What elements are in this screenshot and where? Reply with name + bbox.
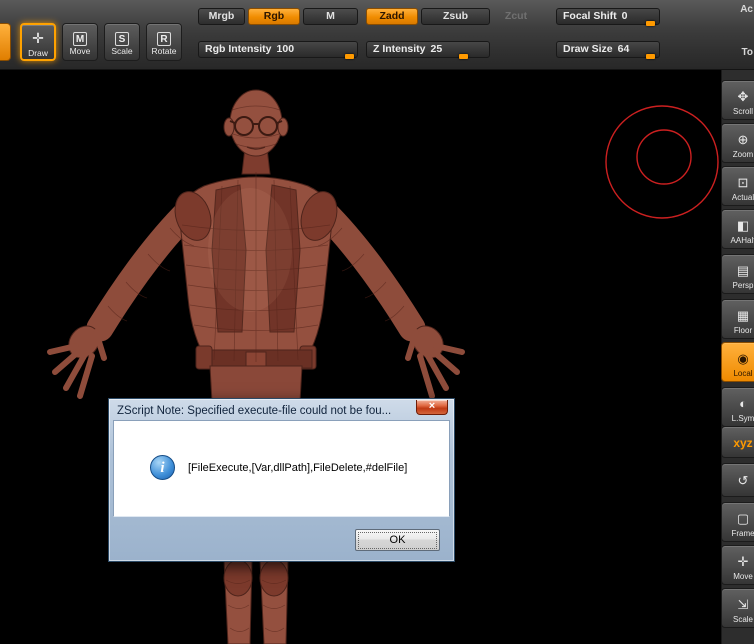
- rgb-intensity-value: 100: [276, 43, 295, 55]
- floor-grid-icon: ▦: [736, 307, 750, 323]
- rotate-tool-icon: R: [157, 32, 171, 46]
- draw-size-handle[interactable]: [646, 54, 655, 59]
- floor-label: Floor: [733, 325, 753, 335]
- close-button[interactable]: ×: [416, 400, 448, 415]
- z-intensity-label: Z Intensity: [373, 43, 426, 55]
- zscript-note-dialog: ZScript Note: Specified execute-file cou…: [108, 398, 455, 562]
- actual-size-icon: ⊡: [737, 174, 749, 190]
- m-button[interactable]: M: [303, 8, 358, 25]
- dialog-message: [FileExecute,[Var,dllPath],FileDelete,#d…: [188, 462, 408, 474]
- zoom-label: Zoom: [732, 149, 754, 159]
- scroll-hand-icon: ✥: [737, 88, 749, 104]
- sidebar-item-local[interactable]: ◉ Local: [721, 342, 754, 382]
- rgb-button[interactable]: Rgb: [248, 8, 300, 25]
- sidebar-item-aahalf[interactable]: ◧ AAHalf: [721, 209, 754, 249]
- z-intensity-value: 25: [430, 43, 443, 55]
- sidebar-item-persp[interactable]: ▤ Persp: [721, 254, 754, 294]
- dialog-titlebar[interactable]: ZScript Note: Specified execute-file cou…: [113, 400, 450, 420]
- rgb-intensity-label: Rgb Intensity: [205, 43, 272, 55]
- zsub-button[interactable]: Zsub: [421, 8, 490, 25]
- move-tool-button[interactable]: M Move: [62, 23, 98, 61]
- m-label: M: [326, 10, 335, 22]
- aa-half-icon: ◧: [736, 217, 750, 233]
- zadd-button[interactable]: Zadd: [366, 8, 418, 25]
- xyz-axis-icon: xyz: [733, 435, 753, 450]
- focal-shift-slider[interactable]: Focal Shift 0: [556, 8, 660, 26]
- sidebar-item-scroll[interactable]: ✥ Scroll: [721, 80, 754, 120]
- rotate-view-icon: ↺: [737, 473, 749, 488]
- move-view-label: Move: [733, 571, 753, 581]
- draw-crosshair-icon: ✛: [32, 29, 44, 46]
- symmetry-icon: ◐: [739, 395, 747, 411]
- rgb-label: Rgb: [263, 10, 285, 22]
- sidebar-item-actual[interactable]: ⊡ Actual: [721, 166, 754, 206]
- scale-tool-label: Scale: [111, 46, 133, 56]
- move-tool-icon: M: [73, 32, 87, 46]
- mrgb-label: Mrgb: [208, 10, 235, 22]
- rgb-intensity-handle[interactable]: [345, 54, 354, 59]
- draw-tool-button[interactable]: ✛ Draw: [20, 23, 56, 61]
- aahalf-label: AAHalf: [730, 235, 754, 245]
- scale-view-icon: ⇲: [737, 596, 749, 612]
- perspective-icon: ▤: [736, 262, 750, 278]
- sidebar-item-floor[interactable]: ▦ Floor: [721, 299, 754, 339]
- scale-view-label: Scale: [732, 614, 753, 624]
- scroll-label: Scroll: [732, 106, 753, 116]
- rotate-tool-label: Rotate: [151, 46, 177, 56]
- close-icon: ×: [428, 400, 436, 412]
- ok-label: OK: [358, 531, 437, 549]
- top-shelf: ✛ Draw M Move S Scale R Rotate Mrgb Rgb …: [0, 0, 754, 70]
- dialog-title: ZScript Note: Specified execute-file cou…: [117, 404, 392, 417]
- edge-label-bottom: To: [741, 47, 753, 58]
- z-intensity-handle[interactable]: [459, 54, 468, 59]
- info-icon: i: [150, 455, 175, 480]
- draw-size-value: 64: [617, 43, 630, 55]
- edge-label-top: Ac: [740, 4, 753, 15]
- z-intensity-slider[interactable]: Z Intensity 25: [366, 41, 490, 59]
- partial-tool-button[interactable]: [0, 23, 11, 61]
- sidebar-item-move-view[interactable]: ✛ Move: [721, 545, 754, 585]
- focal-shift-value: 0: [621, 10, 628, 22]
- local-label: Local: [733, 368, 753, 378]
- scale-tool-button[interactable]: S Scale: [104, 23, 140, 61]
- ok-button[interactable]: OK: [355, 529, 440, 551]
- sidebar-item-xyz[interactable]: xyz: [721, 426, 754, 458]
- magnifier-icon: ⊕: [737, 131, 749, 147]
- move-view-icon: ✛: [737, 553, 749, 569]
- local-pivot-icon: ◉: [737, 350, 749, 366]
- zadd-label: Zadd: [379, 10, 405, 22]
- sidebar-item-frame[interactable]: ▢ Frame: [721, 502, 754, 542]
- sidebar-item-zoom[interactable]: ⊕ Zoom: [721, 123, 754, 163]
- rgb-intensity-slider[interactable]: Rgb Intensity 100: [198, 41, 358, 59]
- draw-size-label: Draw Size: [563, 43, 613, 55]
- zsub-label: Zsub: [442, 10, 469, 22]
- persp-label: Persp: [732, 280, 754, 290]
- frame-icon: ▢: [736, 510, 750, 526]
- sidebar-item-rotate-view[interactable]: ↺: [721, 463, 754, 497]
- brush-cursor-circles: [605, 105, 719, 219]
- info-glyph: i: [160, 460, 165, 476]
- actual-label: Actual: [731, 192, 754, 202]
- sidebar-item-lsym[interactable]: ◐ L.Sym: [721, 387, 754, 427]
- scale-tool-icon: S: [115, 32, 129, 46]
- sidebar-item-scale-view[interactable]: ⇲ Scale: [721, 588, 754, 628]
- draw-tool-label: Draw: [28, 47, 48, 58]
- zcut-label: Zcut: [504, 10, 528, 22]
- focal-shift-label: Focal Shift: [563, 10, 617, 22]
- focal-shift-handle[interactable]: [646, 21, 655, 26]
- frame-label: Frame: [731, 528, 754, 538]
- zcut-button: Zcut: [493, 8, 539, 25]
- dialog-body: i [FileExecute,[Var,dllPath],FileDelete,…: [113, 420, 450, 517]
- lsym-label: L.Sym: [731, 413, 754, 423]
- move-tool-label: Move: [69, 46, 91, 56]
- mrgb-button[interactable]: Mrgb: [198, 8, 245, 25]
- draw-size-slider[interactable]: Draw Size 64: [556, 41, 660, 59]
- rotate-tool-button[interactable]: R Rotate: [146, 23, 182, 61]
